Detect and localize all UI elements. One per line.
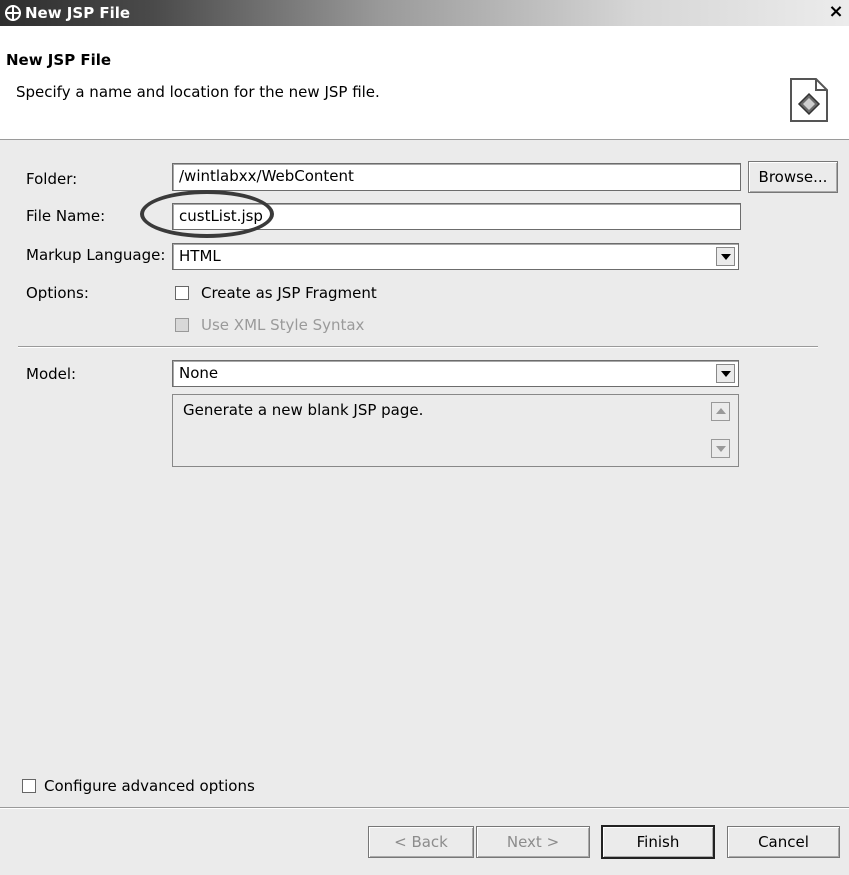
xml-syntax-label: Use XML Style Syntax bbox=[201, 316, 365, 334]
folder-input[interactable]: /wintlabxx/WebContent bbox=[172, 163, 741, 191]
cancel-button[interactable]: Cancel bbox=[727, 826, 840, 858]
next-button: Next > bbox=[476, 826, 590, 858]
jsp-file-icon bbox=[790, 78, 828, 122]
options-label: Options: bbox=[26, 284, 89, 302]
model-select[interactable]: None bbox=[172, 360, 739, 387]
scroll-up-icon[interactable] bbox=[711, 402, 730, 421]
chevron-down-icon[interactable] bbox=[716, 247, 735, 266]
create-fragment-label[interactable]: Create as JSP Fragment bbox=[201, 283, 377, 303]
folder-label: Folder: bbox=[26, 170, 78, 188]
create-fragment-checkbox[interactable] bbox=[175, 286, 189, 300]
title-bar[interactable]: New JSP File × bbox=[0, 0, 849, 26]
advanced-options-label[interactable]: Configure advanced options bbox=[44, 776, 255, 796]
app-icon bbox=[5, 5, 21, 21]
xml-syntax-checkbox bbox=[175, 318, 189, 332]
model-label: Model: bbox=[26, 365, 77, 383]
window-title: New JSP File bbox=[25, 4, 131, 22]
chevron-down-icon[interactable] bbox=[716, 364, 735, 383]
wizard-banner: New JSP File Specify a name and location… bbox=[0, 26, 849, 140]
page-title: New JSP File bbox=[6, 51, 112, 69]
back-button: < Back bbox=[368, 826, 474, 858]
section-separator bbox=[18, 346, 818, 348]
new-jsp-file-dialog: New JSP File × New JSP File Specify a na… bbox=[0, 0, 849, 875]
button-bar-separator bbox=[0, 807, 849, 809]
file-name-label: File Name: bbox=[26, 207, 106, 225]
markup-language-label: Markup Language: bbox=[26, 246, 166, 264]
advanced-options-checkbox[interactable] bbox=[22, 779, 36, 793]
browse-button[interactable]: Browse... bbox=[748, 161, 838, 193]
scroll-down-icon[interactable] bbox=[711, 439, 730, 458]
close-icon[interactable]: × bbox=[827, 3, 845, 21]
model-description-box: Generate a new blank JSP page. bbox=[172, 394, 739, 467]
file-name-input[interactable]: custList.jsp bbox=[172, 203, 741, 230]
markup-language-select[interactable]: HTML bbox=[172, 243, 739, 270]
markup-language-value: HTML bbox=[179, 247, 221, 265]
model-value: None bbox=[179, 364, 219, 382]
page-description: Specify a name and location for the new … bbox=[16, 83, 380, 101]
finish-button[interactable]: Finish bbox=[601, 825, 715, 859]
model-description-text: Generate a new blank JSP page. bbox=[183, 401, 424, 419]
